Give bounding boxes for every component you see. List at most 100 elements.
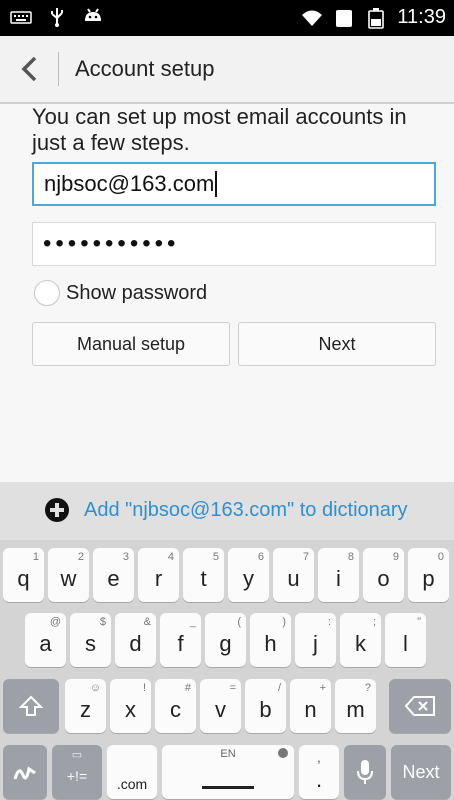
key-secondary-label: 4: [167, 551, 174, 563]
key-secondary-label: 9: [392, 551, 399, 563]
key-y[interactable]: 6y: [228, 548, 269, 602]
key-label: w: [60, 566, 77, 591]
key-s[interactable]: $ s: [70, 613, 111, 667]
spacebar-icon: [202, 786, 254, 789]
key-secondary-label: 1: [32, 551, 39, 563]
show-password-checkbox[interactable]: Show password: [34, 280, 207, 306]
notification-icon: [333, 7, 355, 29]
key-g[interactable]: (g: [205, 613, 246, 667]
usb-icon: [46, 6, 68, 28]
microphone-key[interactable]: [344, 745, 386, 799]
key-label: t: [200, 566, 207, 591]
next-button[interactable]: Next: [238, 322, 436, 366]
key-l[interactable]: " l: [385, 613, 426, 667]
email-field[interactable]: njbsoc@163.com: [32, 162, 436, 206]
key-label: i: [336, 566, 341, 591]
key-h[interactable]: ) h: [250, 613, 291, 667]
key-secondary-label: ": [417, 616, 421, 628]
microphone-icon: [357, 760, 373, 784]
keyboard-next-label: Next: [402, 761, 440, 782]
voice-input-swype-key[interactable]: [3, 745, 47, 799]
key-secondary-label: ?: [364, 682, 371, 694]
add-circle-icon: [45, 498, 69, 522]
key-secondary-label: =: [229, 682, 236, 694]
intro-text: You can set up most email accounts in ju…: [32, 104, 407, 155]
key-a[interactable]: @ a: [25, 613, 66, 667]
key-x[interactable]: ! x: [110, 679, 151, 733]
period-label: .: [315, 767, 323, 792]
password-field[interactable]: •••••••••••: [32, 222, 436, 266]
key-label: b: [259, 697, 272, 722]
key-label: s: [85, 631, 96, 656]
symbols-key[interactable]: ▭ +!=: [52, 745, 102, 799]
key-secondary-label: ;: [372, 616, 376, 628]
key-o[interactable]: 9o: [363, 548, 404, 602]
key-z[interactable]: ☺ z: [65, 679, 106, 733]
dot-com-key[interactable]: .com: [107, 745, 157, 799]
key-secondary-label: +: [319, 682, 326, 694]
key-secondary-label: 0: [437, 551, 444, 563]
suggestion-strip[interactable]: Add "njbsoc@163.com" to dictionary: [0, 482, 454, 540]
key-label: z: [80, 697, 91, 722]
key-label: l: [403, 631, 408, 656]
key-k[interactable]: ; k: [340, 613, 381, 667]
back-button[interactable]: [0, 36, 58, 102]
chevron-left-icon: [21, 56, 37, 82]
key-m[interactable]: ? m: [335, 679, 376, 733]
key-label: d: [129, 631, 142, 656]
action-bar: Account setup: [0, 36, 454, 104]
status-time: 11:39: [397, 6, 446, 28]
key-u[interactable]: 7u: [273, 548, 314, 602]
key-secondary-label: ): [282, 616, 286, 628]
key-w[interactable]: 2w: [48, 548, 89, 602]
key-label: e: [107, 566, 120, 591]
key-b[interactable]: / b: [245, 679, 286, 733]
key-secondary-label: 8: [347, 551, 354, 563]
manual-setup-button[interactable]: Manual setup: [32, 322, 230, 366]
key-label: x: [125, 697, 136, 722]
key-secondary-label: :: [327, 616, 331, 628]
status-right: 11:39: [301, 6, 446, 29]
wifi-icon: [301, 7, 323, 29]
key-label: n: [304, 697, 317, 722]
key-secondary-label: &: [143, 616, 151, 628]
key-v[interactable]: = v: [200, 679, 241, 733]
key-c[interactable]: # c: [155, 679, 196, 733]
key-secondary-label: @: [49, 616, 61, 628]
shift-icon: [19, 695, 43, 716]
key-secondary-label: ☺: [89, 682, 101, 694]
key-f[interactable]: _ f: [160, 613, 201, 667]
key-label: a: [39, 631, 52, 656]
dot-com-label: .com: [116, 776, 148, 792]
backspace-key[interactable]: [389, 679, 451, 733]
key-p[interactable]: 0p: [408, 548, 449, 602]
key-secondary-label: 3: [122, 551, 129, 563]
soft-keyboard: 1q2w3e4r5t6y7u8i9o0p @ a $ s & d _ f(g) h: j; k " l …: [0, 540, 454, 800]
keyboard-next-key[interactable]: Next: [391, 745, 451, 799]
email-value: njbsoc@163.com: [44, 171, 215, 196]
password-value: •••••••••••: [43, 230, 180, 257]
key-secondary-label: _: [189, 616, 196, 628]
key-t[interactable]: 5t: [183, 548, 224, 602]
key-r[interactable]: 4r: [138, 548, 179, 602]
key-label: m: [346, 697, 365, 722]
key-secondary-label: #: [184, 682, 191, 694]
key-secondary-label: 6: [257, 551, 264, 563]
key-j[interactable]: :j: [295, 613, 336, 667]
key-e[interactable]: 3e: [93, 548, 134, 602]
key-secondary-label: $: [99, 616, 106, 628]
key-n[interactable]: + n: [290, 679, 331, 733]
period-key[interactable]: , .: [299, 745, 339, 799]
key-q[interactable]: 1q: [3, 548, 44, 602]
key-secondary-label: 2: [77, 551, 84, 563]
key-label: u: [287, 566, 300, 591]
shift-key[interactable]: [3, 679, 59, 733]
key-label: r: [154, 566, 163, 591]
add-to-dictionary-suggestion[interactable]: Add "njbsoc@163.com" to dictionary: [84, 499, 408, 522]
key-label: c: [170, 697, 181, 722]
space-key[interactable]: EN: [162, 745, 294, 799]
action-bar-divider: [58, 52, 59, 86]
key-label: v: [215, 697, 226, 722]
key-i[interactable]: 8i: [318, 548, 359, 602]
key-d[interactable]: & d: [115, 613, 156, 667]
